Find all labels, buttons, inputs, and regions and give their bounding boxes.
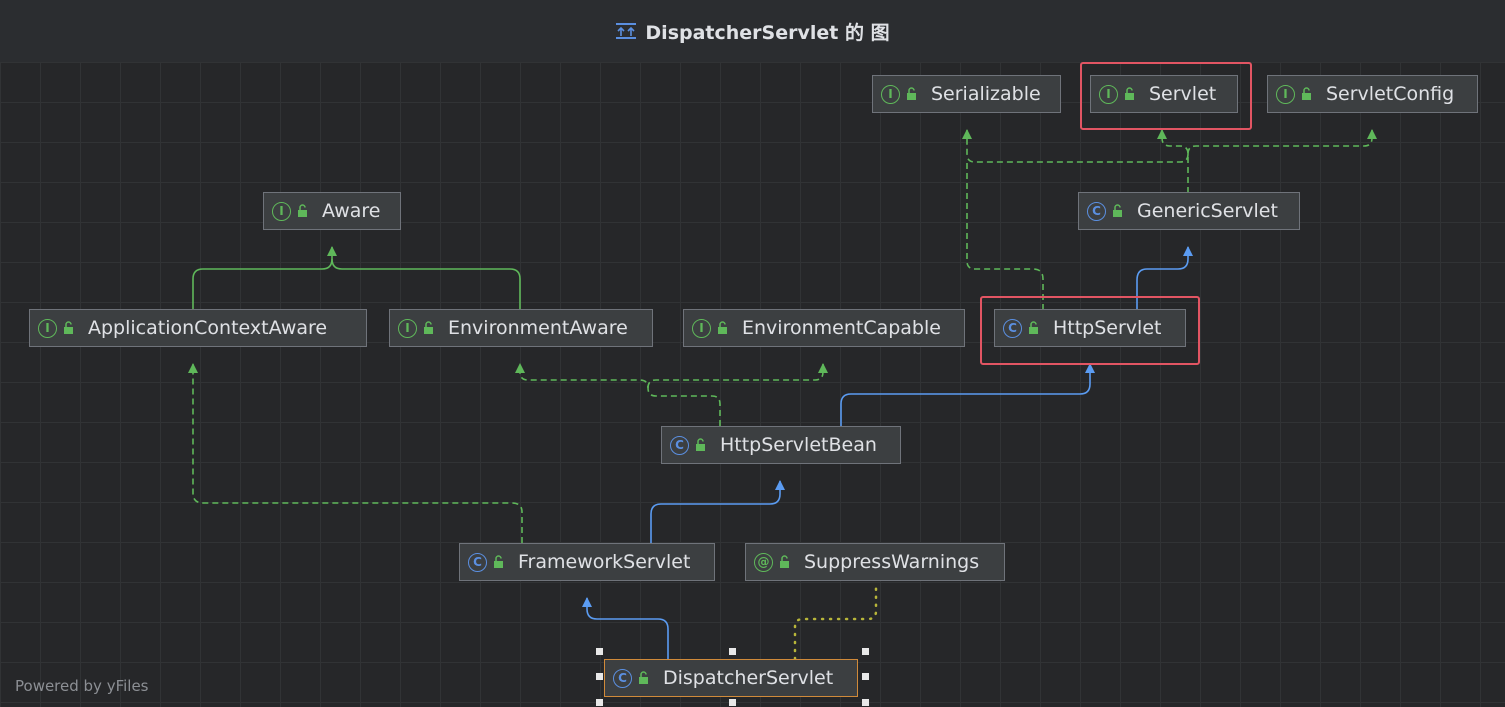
- node-http-servlet[interactable]: C HttpServlet: [994, 309, 1186, 347]
- annotation-icon: @: [754, 552, 773, 572]
- node-label: HttpServletBean: [720, 434, 877, 456]
- public-lock-icon: [298, 204, 307, 217]
- node-label: GenericServlet: [1137, 200, 1278, 222]
- node-label: Aware: [322, 200, 381, 222]
- node-serializable[interactable]: I Serializable: [872, 75, 1061, 113]
- node-label: ServletConfig: [1326, 83, 1455, 105]
- public-lock-icon: [780, 555, 789, 568]
- edges-layer: [188, 129, 1377, 661]
- edge-frameworkservlet-applicationcontextaware: [188, 363, 523, 543]
- edge-frameworkservlet-httpservletbean: [650, 480, 785, 543]
- public-lock-icon: [907, 87, 916, 100]
- selection-handle-bm[interactable]: [729, 699, 736, 706]
- diagram-canvas[interactable]: I Serializable I Servlet I ServletConfig I Awar…: [0, 62, 1505, 707]
- node-label: ApplicationContextAware: [88, 317, 328, 339]
- public-lock-icon: [64, 321, 73, 334]
- edge-httpservletbean-environmentcapable: [647, 363, 828, 389]
- node-label: Serializable: [931, 83, 1041, 105]
- selection-handle-bl[interactable]: [596, 699, 603, 706]
- public-lock-icon: [424, 321, 433, 334]
- title-bar: DispatcherServlet 的 图: [0, 0, 1505, 62]
- class-icon: C: [468, 552, 487, 572]
- node-environment-aware[interactable]: I EnvironmentAware: [389, 309, 653, 347]
- powered-by-label: Powered by yFiles: [15, 677, 149, 695]
- node-label: FrameworkServlet: [518, 551, 691, 573]
- node-suppress-warnings[interactable]: @ SuppressWarnings: [745, 543, 1005, 581]
- title-group: DispatcherServlet 的 图: [615, 18, 890, 45]
- node-dispatcher-servlet[interactable]: C DispatcherServlet: [604, 659, 858, 697]
- diagram-title: DispatcherServlet 的 图: [645, 21, 890, 44]
- public-lock-icon: [718, 321, 727, 334]
- edge-httpservlet-genericservlet: [1136, 246, 1193, 310]
- node-label: SuppressWarnings: [804, 551, 980, 573]
- class-icon: C: [613, 668, 632, 688]
- node-generic-servlet[interactable]: C GenericServlet: [1078, 192, 1300, 230]
- public-lock-icon: [1125, 87, 1134, 100]
- node-servlet[interactable]: I Servlet: [1090, 75, 1238, 113]
- node-application-context-aware[interactable]: I ApplicationContextAware: [29, 309, 367, 347]
- edge-applicationcontextaware-aware: [192, 246, 337, 310]
- selection-handle-tm[interactable]: [729, 648, 736, 655]
- selection-handle-tr[interactable]: [862, 648, 869, 655]
- interface-icon: I: [398, 318, 417, 338]
- public-lock-icon: [494, 555, 503, 568]
- interface-icon: I: [881, 84, 900, 104]
- edge-httpservletbean-environmentaware: [515, 363, 721, 426]
- selection-handle-br[interactable]: [862, 699, 869, 706]
- class-icon: C: [1003, 318, 1022, 338]
- interface-icon: I: [1276, 84, 1295, 104]
- node-label: Servlet: [1149, 83, 1217, 105]
- edge-httpservletbean-httpservlet: [840, 363, 1095, 426]
- interface-icon: I: [692, 318, 711, 338]
- selection-handle-mr[interactable]: [862, 673, 869, 680]
- edge-genericservlet-servletconfig: [1187, 129, 1377, 155]
- public-lock-icon: [1302, 87, 1311, 100]
- node-label: EnvironmentAware: [448, 317, 628, 339]
- class-icon: C: [670, 435, 689, 455]
- node-servlet-config[interactable]: I ServletConfig: [1267, 75, 1478, 113]
- public-lock-icon: [639, 671, 648, 684]
- edge-genericservlet-servlet: [1157, 129, 1189, 193]
- node-label: EnvironmentCapable: [742, 317, 941, 339]
- public-lock-icon: [1113, 204, 1122, 217]
- node-http-servlet-bean[interactable]: C HttpServletBean: [661, 426, 901, 464]
- edge-environmentaware-aware: [331, 258, 521, 310]
- selection-handle-tl[interactable]: [596, 648, 603, 655]
- node-label: DispatcherServlet: [663, 667, 834, 689]
- node-framework-servlet[interactable]: C FrameworkServlet: [459, 543, 715, 581]
- interface-icon: I: [272, 201, 291, 221]
- interface-icon: I: [1099, 84, 1118, 104]
- edge-genericservlet-serializable: [962, 129, 1189, 163]
- public-lock-icon: [1029, 321, 1038, 334]
- node-environment-capable[interactable]: I EnvironmentCapable: [683, 309, 965, 347]
- interface-icon: I: [38, 318, 57, 338]
- edge-httpservlet-serializable: [966, 162, 1044, 310]
- selection-handle-ml[interactable]: [596, 673, 603, 680]
- node-aware[interactable]: I Aware: [263, 192, 401, 230]
- class-diagram-icon: [616, 23, 637, 39]
- class-icon: C: [1087, 201, 1106, 221]
- public-lock-icon: [696, 438, 705, 451]
- node-label: HttpServlet: [1053, 317, 1162, 339]
